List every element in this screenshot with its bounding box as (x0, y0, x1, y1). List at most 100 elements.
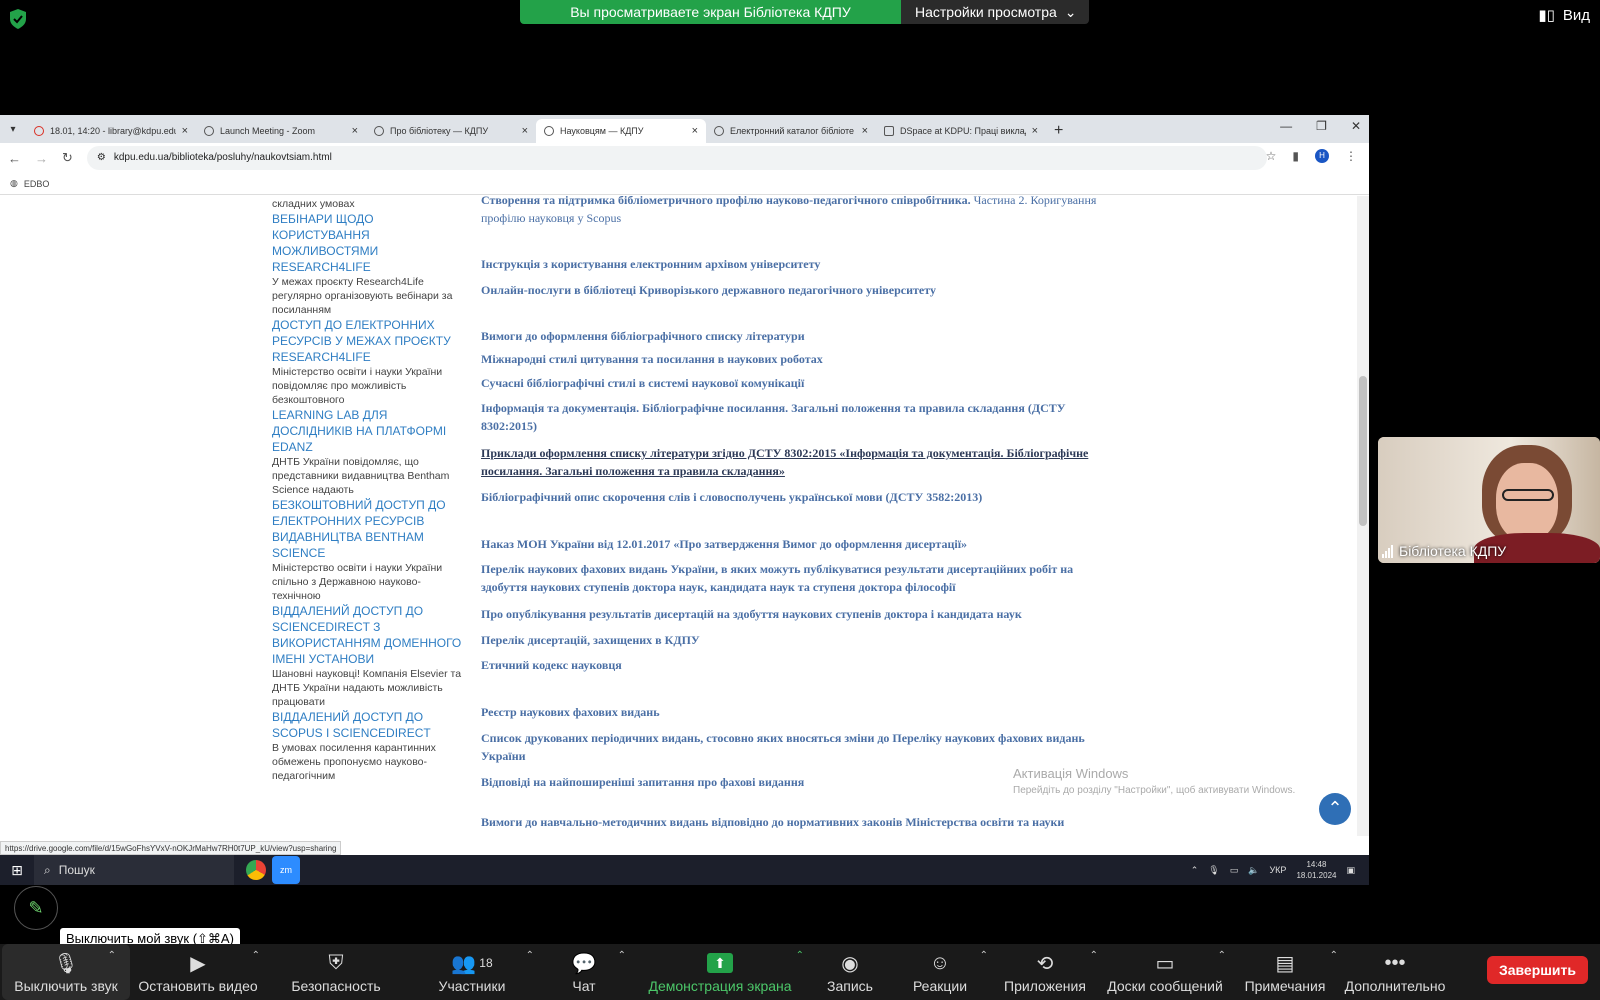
zoom-app-icon[interactable]: zm (272, 856, 300, 884)
side-panel-icon[interactable]: ▮ (1292, 149, 1299, 163)
network-icon[interactable]: ▭ (1230, 865, 1239, 876)
taskbar-search[interactable]: ⌕ Пошук (34, 855, 234, 885)
sidebar-news-link[interactable]: ВІДДАЛЕНИЙ ДОСТУП ДО SCIENCEDIRECT З ВИК… (272, 603, 462, 667)
resource-link[interactable]: Відповіді на найпоширеніші запитання про… (481, 773, 1101, 791)
browser-tab[interactable]: Електронний каталог бібліоте × (706, 119, 876, 143)
video-options-caret-icon[interactable]: ⌃ (252, 950, 260, 961)
annotate-pencil-button[interactable]: ✎ (14, 886, 58, 930)
notifications-icon[interactable]: ▣ (1346, 865, 1355, 876)
end-meeting-button[interactable]: Завершить (1486, 956, 1588, 984)
more-button[interactable]: ••• Дополнительно (1340, 944, 1450, 1000)
globe-icon (714, 126, 724, 136)
apps-button[interactable]: ⟲ Приложения ⌃ (990, 944, 1100, 1000)
tray-chevron-icon[interactable]: ⌃ (1191, 865, 1199, 876)
sidebar-news-link[interactable]: ДОСТУП ДО ЕЛЕКТРОННИХ РЕСУРСІВ У МЕЖАХ П… (272, 317, 462, 365)
menu-kebab-icon[interactable]: ⋮ (1345, 149, 1357, 163)
scroll-to-top-button[interactable]: ⌃ (1319, 793, 1351, 825)
browser-tab[interactable]: DSpace at KDPU: Праці виклад × (876, 119, 1046, 143)
resource-link[interactable]: Про опублікування результатів дисертацій… (481, 605, 1101, 623)
site-info-icon[interactable]: ⚙ (97, 146, 106, 170)
share-screen-label: Демонстрация экрана (648, 978, 792, 994)
sidebar-news-link[interactable]: БЕЗКОШТОВНИЙ ДОСТУП ДО ЕЛЕКТРОННИХ РЕСУР… (272, 497, 462, 561)
participants-options-caret-icon[interactable]: ⌃ (526, 950, 534, 961)
close-tab-icon[interactable]: × (692, 125, 698, 137)
restore-icon[interactable]: ❐ (1316, 119, 1327, 133)
chat-options-caret-icon[interactable]: ⌃ (618, 950, 626, 961)
resource-link[interactable]: Перелік дисертацій, захищених в КДПУ (481, 631, 1101, 649)
tab-title: Науковцям — КДПУ (560, 126, 644, 136)
mute-options-caret-icon[interactable]: ⌃ (108, 950, 116, 961)
resource-link[interactable]: Наказ МОН України від 12.01.2017 «Про за… (481, 535, 1101, 553)
mute-button[interactable]: 🎙 Выключить звук ⌃ (2, 944, 130, 1000)
resource-link[interactable]: Сучасні бібліографічні стилі в системі н… (481, 374, 1101, 392)
keyboard-language[interactable]: УКР (1269, 865, 1286, 875)
chrome-icon[interactable] (246, 860, 266, 880)
url-field[interactable]: ⚙ kdpu.edu.ua/biblioteka/posluhy/naukovt… (86, 146, 1267, 170)
page-scrollbar[interactable] (1357, 196, 1369, 836)
close-tab-icon[interactable]: × (862, 125, 868, 137)
volume-icon[interactable]: 🔈 (1248, 865, 1259, 876)
notes-button[interactable]: ▤ Примечания ⌃ (1230, 944, 1340, 1000)
resource-link[interactable]: Інструкція з користування електронним ар… (481, 255, 1101, 273)
close-tab-icon[interactable]: × (522, 125, 528, 137)
apps-options-caret-icon[interactable]: ⌃ (1090, 950, 1098, 961)
forward-icon[interactable]: → (35, 151, 48, 166)
resource-link[interactable]: Створення та підтримка бібліометричного … (481, 196, 1101, 227)
resource-link[interactable]: Список друкованих періодичних видань, ст… (481, 729, 1101, 765)
search-icon: ⌕ (44, 863, 51, 877)
close-tab-icon[interactable]: × (1032, 125, 1038, 137)
browser-tab[interactable]: Про бібліотеку — КДПУ × (366, 119, 536, 143)
microphone-icon[interactable]: 🎙 (1208, 865, 1219, 876)
resource-link[interactable]: Вимоги до оформлення бібліографічного сп… (481, 327, 1101, 345)
share-screen-button[interactable]: ⬆ Демонстрация экрана ⌃ (630, 944, 810, 1000)
stop-video-button[interactable]: ▶ Остановить видео ⌃ (130, 944, 266, 1000)
browser-tab-active[interactable]: Науковцям — КДПУ × (536, 119, 706, 143)
resource-link-hovered[interactable]: Приклади оформлення списку літератури зг… (481, 444, 1101, 480)
participants-button[interactable]: 👥 18 Участники ⌃ (406, 944, 538, 1000)
resource-link[interactable]: Онлайн-послуги в бібліотеці Криворізьког… (481, 281, 1101, 299)
close-window-icon[interactable]: ✕ (1351, 119, 1361, 133)
security-shield-icon: ⛨ (328, 951, 344, 974)
back-icon[interactable]: ← (8, 151, 21, 166)
stop-video-label: Остановить видео (138, 978, 258, 994)
security-button[interactable]: ⛨ Безопасность (266, 944, 406, 1000)
view-options-label: Настройки просмотра (915, 4, 1057, 20)
windows-start-icon[interactable]: ⊞ (0, 855, 34, 885)
sidebar-snippet: ДНТБ України повідомляє, що представники… (272, 456, 450, 496)
bookmark-star-icon[interactable]: ☆ (1266, 149, 1277, 163)
resource-link[interactable]: Перелік наукових фахових видань України,… (481, 560, 1101, 596)
chat-button[interactable]: 💬 Чат ⌃ (538, 944, 630, 1000)
close-tab-icon[interactable]: × (182, 125, 188, 137)
browser-tab[interactable]: 18.01, 14:20 - library@kdpu.edu × (26, 119, 196, 143)
taskbar-clock[interactable]: 14:48 18.01.2024 (1296, 859, 1336, 881)
resource-link[interactable]: Інформація та документація. Бібліографіч… (481, 399, 1101, 435)
profile-avatar[interactable]: H (1315, 149, 1329, 163)
sidebar-news-link[interactable]: LEARNING LAB ДЛЯ ДОСЛІДНИКІВ НА ПЛАТФОРМ… (272, 407, 462, 455)
sidebar-news-link[interactable]: ВІДДАЛЕНИЙ ДОСТУП ДО SCOPUS І SCIENCEDIR… (272, 709, 462, 741)
reactions-button[interactable]: ☺ Реакции ⌃ (890, 944, 990, 1000)
bookmark-edbo[interactable]: EDBO (24, 179, 50, 189)
view-options-button[interactable]: Настройки просмотра ⌄ (901, 0, 1089, 24)
whiteboards-options-caret-icon[interactable]: ⌃ (1218, 950, 1226, 961)
resource-link[interactable]: Вимоги до навчально-методичних видань ві… (481, 813, 1101, 831)
resource-link[interactable]: Міжнародні стилі цитування та посилання … (481, 350, 1101, 368)
resource-link[interactable]: Етичний кодекс науковця (481, 656, 1101, 674)
resource-link[interactable]: Бібліографічний опис скорочення слів і с… (481, 488, 1101, 506)
view-button[interactable]: ▮▯ Вид (1538, 6, 1590, 25)
share-options-caret-icon[interactable]: ⌃ (796, 950, 804, 961)
minimize-icon[interactable]: — (1280, 119, 1292, 133)
tab-search-icon[interactable]: ▾ (0, 115, 26, 143)
close-tab-icon[interactable]: × (352, 125, 358, 137)
browser-tab[interactable]: Launch Meeting - Zoom × (196, 119, 366, 143)
new-tab-button[interactable]: + (1046, 119, 1071, 143)
record-icon: ◉ (841, 952, 859, 975)
sidebar-news-link[interactable]: ВЕБІНАРИ ЩОДО КОРИСТУВАННЯ МОЖЛИВОСТЯМИ … (272, 211, 462, 275)
whiteboards-button[interactable]: ▭ Доски сообщений ⌃ (1100, 944, 1230, 1000)
notes-options-caret-icon[interactable]: ⌃ (1330, 950, 1338, 961)
reactions-options-caret-icon[interactable]: ⌃ (980, 950, 988, 961)
scrollbar-thumb[interactable] (1359, 376, 1367, 526)
participant-video[interactable]: Бібліотека КДПУ (1378, 437, 1600, 563)
reload-icon[interactable]: ↻ (62, 150, 73, 166)
resource-link[interactable]: Реєстр наукових фахових видань (481, 703, 1101, 721)
record-button[interactable]: ◉ Запись (810, 944, 890, 1000)
